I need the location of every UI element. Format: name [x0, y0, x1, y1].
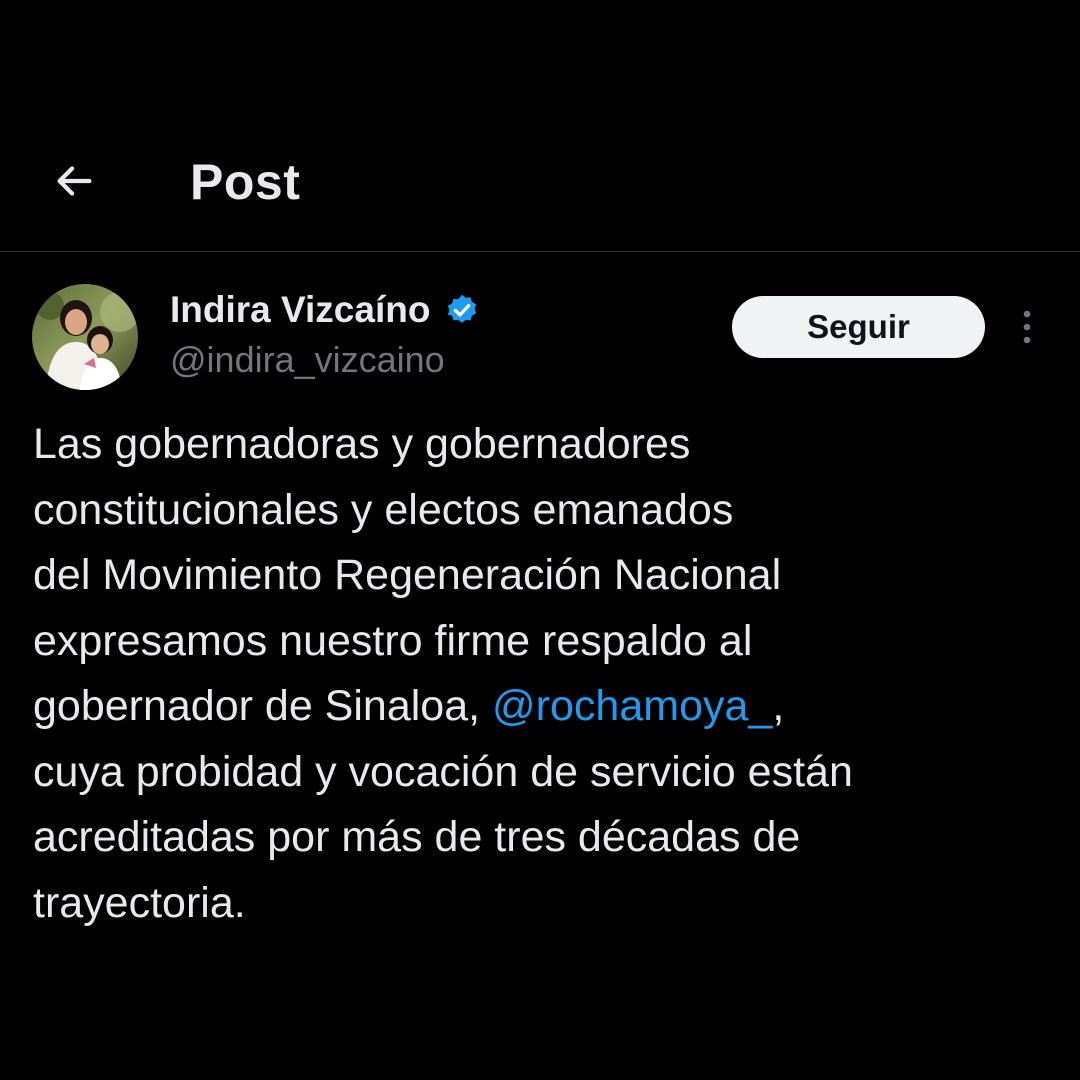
avatar-photo — [32, 284, 138, 390]
tweet-line: acreditadas por más de tres décadas de — [33, 813, 801, 861]
tweet-line: Las gobernadoras y gobernadores — [33, 420, 691, 468]
tweet-line: del Movimiento Regeneración Nacional — [33, 551, 782, 599]
tweet-line: cuya probidad y vocación de servicio est… — [33, 747, 853, 796]
avatar[interactable] — [32, 284, 138, 390]
back-button[interactable] — [48, 155, 100, 207]
tweet-text-segment: gobernador de Sinaloa, — [33, 682, 493, 730]
top-bar: Post — [0, 0, 1080, 252]
author-display-name[interactable]: Indira Vizcaíno — [170, 289, 430, 331]
follow-button[interactable]: Seguir — [732, 296, 985, 358]
tweet-line: trayectoria. — [33, 878, 246, 927]
page-title: Post — [190, 154, 301, 210]
arrow-left-icon — [57, 166, 92, 196]
tweet-text: Las gobernadoras y gobernadores constitu… — [33, 412, 1063, 936]
tweet-line: expresamos nuestro firme respaldo al — [33, 616, 753, 665]
verified-badge-icon — [444, 292, 480, 328]
more-options-button[interactable] — [1010, 304, 1044, 350]
author-name-row: Indira Vizcaíno — [170, 286, 480, 334]
more-vertical-icon — [1023, 310, 1031, 344]
author-handle[interactable]: @indira_vizcaino — [170, 337, 445, 383]
tweet-line-with-mention: gobernador de Sinaloa, @rochamoya_, — [33, 674, 1063, 740]
mention-link[interactable]: @rochamoya_ — [492, 682, 772, 730]
tweet-text-segment: , — [772, 682, 785, 730]
tweet-line: constitucionales y electos emanados — [33, 485, 734, 534]
